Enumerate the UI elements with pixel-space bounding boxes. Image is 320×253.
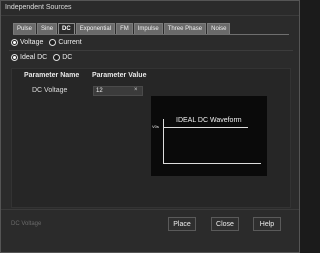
parameter-name-header: Parameter Name	[24, 72, 80, 79]
status-text: DC Voltage	[11, 221, 42, 227]
tab-sine[interactable]: Sine	[37, 23, 58, 34]
voltage-option[interactable]: Voltage	[11, 39, 43, 46]
ideal-dc-radio[interactable]	[11, 54, 18, 61]
dc-mode-group: Ideal DC DC	[11, 54, 78, 61]
waveform-title: IDEAL DC Waveform	[176, 117, 242, 124]
tab-dc[interactable]: DC	[58, 23, 75, 34]
ideal-dc-label: Ideal DC	[20, 54, 48, 61]
tab-noise[interactable]: Noise	[207, 23, 231, 34]
help-button[interactable]: Help	[253, 217, 281, 231]
independent-sources-dialog: Independent Sources Pulse Sine DC Expone…	[0, 0, 300, 253]
waveform-preview	[151, 96, 267, 176]
waveform-y-axis	[163, 119, 164, 164]
current-label: Current	[58, 39, 82, 46]
voltage-radio[interactable]	[11, 39, 18, 46]
dc-voltage-label: DC Voltage	[32, 87, 68, 94]
tab-fm[interactable]: FM	[116, 23, 133, 34]
current-option[interactable]: Current	[49, 39, 82, 46]
dc-label: DC	[62, 54, 73, 61]
current-radio[interactable]	[49, 39, 57, 46]
close-button[interactable]: Close	[211, 217, 239, 231]
parameter-value-header: Parameter Value	[92, 72, 147, 79]
waveform-y-label: V0s	[152, 124, 159, 129]
footer-separator	[1, 209, 299, 210]
title-bar: Independent Sources	[1, 1, 299, 16]
tab-impulse[interactable]: Impulse	[133, 23, 163, 34]
dc-level-line	[163, 127, 248, 128]
dc-radio[interactable]	[53, 54, 61, 61]
window-title: Independent Sources	[5, 4, 72, 11]
tab-three-phase[interactable]: Three Phase	[163, 23, 207, 34]
clear-icon[interactable]: ×	[134, 86, 138, 95]
tab-pulse[interactable]: Pulse	[13, 23, 37, 34]
source-tabs: Pulse Sine DC Exponential FM Impulse Thr…	[13, 23, 231, 34]
waveform-x-axis	[163, 163, 261, 164]
ideal-dc-option[interactable]: Ideal DC	[11, 54, 47, 61]
tab-divider	[13, 34, 289, 35]
tab-exponential[interactable]: Exponential	[75, 23, 116, 34]
voltage-label: Voltage	[20, 39, 44, 46]
separator	[9, 50, 293, 51]
place-button[interactable]: Place	[168, 217, 196, 231]
dc-option[interactable]: DC	[53, 54, 72, 61]
source-type-group: Voltage Current	[11, 39, 88, 46]
